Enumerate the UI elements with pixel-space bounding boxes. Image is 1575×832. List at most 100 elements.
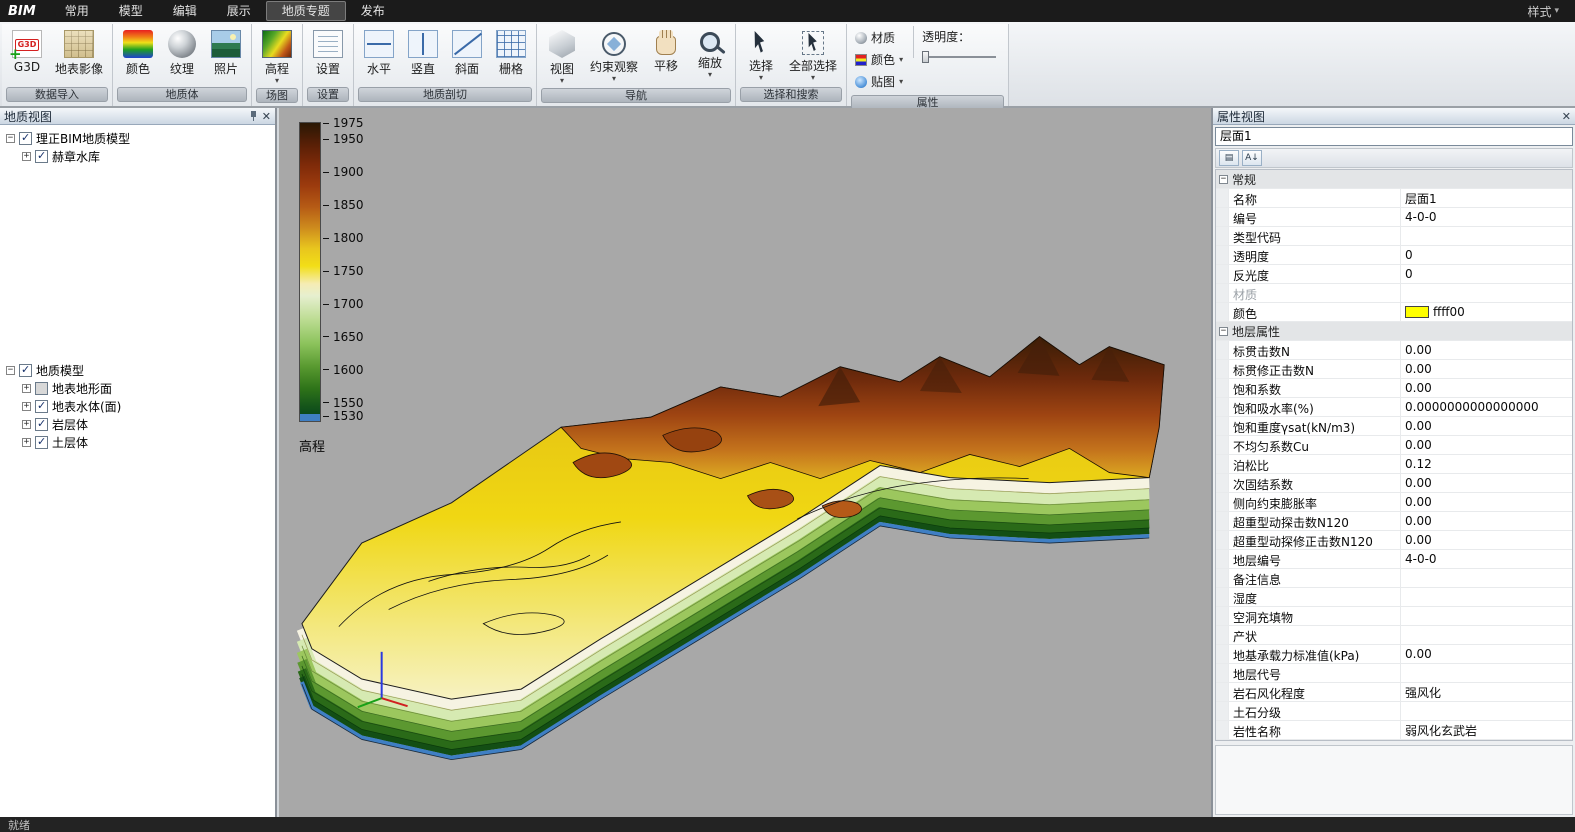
property-value[interactable] (1401, 626, 1572, 644)
transparency-slider[interactable] (922, 56, 996, 58)
style-menu[interactable]: 样式 (1527, 3, 1575, 20)
viewport-3d[interactable]: 1975195019001850180017501700165016001550… (279, 108, 1211, 817)
property-value[interactable]: 0 (1401, 265, 1572, 283)
ribbon-button-颜色[interactable]: 颜色 (117, 26, 159, 78)
expander-icon[interactable]: − (6, 366, 15, 375)
expander-icon[interactable]: + (22, 152, 31, 161)
property-category-常规[interactable]: −常规 (1216, 170, 1572, 189)
ribbon-button-G3D[interactable]: G3D (6, 26, 48, 75)
property-value[interactable]: 0.00 (1401, 341, 1572, 359)
ribbon-button-栅格[interactable]: 栅格 (490, 26, 532, 78)
property-value[interactable] (1401, 664, 1572, 682)
checkbox[interactable] (35, 418, 48, 431)
property-value[interactable]: 弱风化玄武岩 (1401, 721, 1572, 739)
categorized-icon[interactable]: ▤ (1219, 150, 1239, 166)
property-row-名称[interactable]: 名称层面1 (1216, 189, 1572, 208)
tree-item-地质模型[interactable]: −地质模型 (2, 361, 273, 379)
ribbon-button-斜面[interactable]: 斜面 (446, 26, 488, 78)
property-row-备注信息[interactable]: 备注信息 (1216, 569, 1572, 588)
property-row-颜色[interactable]: 颜色ffff00 (1216, 303, 1572, 322)
property-row-地层编号[interactable]: 地层编号4-0-0 (1216, 550, 1572, 569)
property-row-标贯修正击数N[interactable]: 标贯修正击数N0.00 (1216, 360, 1572, 379)
checkbox[interactable] (35, 436, 48, 449)
property-row-标贯击数N[interactable]: 标贯击数N0.00 (1216, 341, 1572, 360)
property-row-岩性名称[interactable]: 岩性名称弱风化玄武岩 (1216, 721, 1572, 740)
menu-展示[interactable]: 展示 (212, 1, 266, 21)
menu-编辑[interactable]: 编辑 (158, 1, 212, 21)
menu-常用[interactable]: 常用 (50, 1, 104, 21)
property-value[interactable]: 0.12 (1401, 455, 1572, 473)
property-category-地层属性[interactable]: −地层属性 (1216, 322, 1572, 341)
tree-item-赫章水库[interactable]: +赫章水库 (2, 147, 273, 165)
tree-item-地表地形面[interactable]: +地表地形面 (2, 379, 273, 397)
ribbon-button-竖直[interactable]: 竖直 (402, 26, 444, 78)
selected-object-box[interactable]: 层面1 (1215, 127, 1573, 146)
checkbox[interactable] (35, 382, 48, 395)
pin-icon[interactable] (250, 111, 257, 121)
property-row-土石分级[interactable]: 土石分级 (1216, 702, 1572, 721)
property-row-反光度[interactable]: 反光度0 (1216, 265, 1572, 284)
property-row-侧向约束膨胀率[interactable]: 侧向约束膨胀率0.00 (1216, 493, 1572, 512)
tree-item-地表水体(面)[interactable]: +地表水体(面) (2, 397, 273, 415)
expander-icon[interactable]: + (22, 438, 31, 447)
property-row-地层代号[interactable]: 地层代号 (1216, 664, 1572, 683)
property-row-次固结系数[interactable]: 次固结系数0.00 (1216, 474, 1572, 493)
property-value[interactable] (1401, 227, 1572, 245)
checkbox[interactable] (19, 364, 32, 377)
close-icon[interactable]: ✕ (262, 111, 271, 122)
property-value[interactable]: 0 (1401, 246, 1572, 264)
checkbox[interactable] (19, 132, 32, 145)
property-value[interactable] (1401, 607, 1572, 625)
ribbon-button-水平[interactable]: 水平 (358, 26, 400, 78)
property-row-编号[interactable]: 编号4-0-0 (1216, 208, 1572, 227)
property-row-材质[interactable]: 材质 (1216, 284, 1572, 303)
property-value[interactable]: 0.00 (1401, 493, 1572, 511)
property-row-饱和重度γsat(kN/m3)[interactable]: 饱和重度γsat(kN/m3)0.00 (1216, 417, 1572, 436)
ribbon-button-平移[interactable]: 平移 (645, 26, 687, 75)
checkbox[interactable] (35, 150, 48, 163)
property-value[interactable] (1401, 569, 1572, 587)
property-row-超重型动探击数N120[interactable]: 超重型动探击数N1200.00 (1216, 512, 1572, 531)
terrain-model[interactable] (279, 108, 1211, 817)
expander-icon[interactable]: + (22, 402, 31, 411)
property-row-透明度[interactable]: 透明度0 (1216, 246, 1572, 265)
collapse-icon[interactable]: − (1219, 327, 1228, 336)
property-value[interactable]: 0.00 (1401, 436, 1572, 454)
ribbon-button-全部选择[interactable]: 全部选择▾ (784, 26, 842, 82)
slider-thumb[interactable] (922, 51, 929, 63)
property-value[interactable]: 4-0-0 (1401, 550, 1572, 568)
property-value[interactable] (1401, 588, 1572, 606)
checkbox[interactable] (35, 400, 48, 413)
property-row-类型代码[interactable]: 类型代码 (1216, 227, 1572, 246)
menu-模型[interactable]: 模型 (104, 1, 158, 21)
property-row-不均匀系数Cu[interactable]: 不均匀系数Cu0.00 (1216, 436, 1572, 455)
property-value[interactable]: 0.00 (1401, 417, 1572, 435)
ribbon-button-纹理[interactable]: 纹理 (161, 26, 203, 78)
property-value[interactable]: ffff00 (1401, 303, 1572, 321)
collapse-icon[interactable]: − (1219, 175, 1228, 184)
property-value[interactable]: 0.00 (1401, 379, 1572, 397)
property-value[interactable]: 0.00 (1401, 360, 1572, 378)
property-value[interactable]: 层面1 (1401, 189, 1572, 207)
property-row-岩石风化程度[interactable]: 岩石风化程度强风化 (1216, 683, 1572, 702)
menu-地质专题[interactable]: 地质专题 (266, 1, 346, 21)
sort-alphabetical-icon[interactable]: A↓ (1242, 150, 1262, 166)
tree-item-岩层体[interactable]: +岩层体 (2, 415, 273, 433)
property-value[interactable] (1401, 284, 1572, 302)
property-row-产状[interactable]: 产状 (1216, 626, 1572, 645)
property-value[interactable]: 0.00 (1401, 645, 1572, 663)
ribbon-small-button-材质[interactable]: 材质 (851, 27, 907, 48)
ribbon-button-约束观察[interactable]: 约束观察▾ (585, 26, 643, 83)
ribbon-button-地表影像[interactable]: 地表影像 (50, 26, 108, 78)
property-value[interactable]: 0.0000000000000000 (1401, 398, 1572, 416)
expander-icon[interactable]: − (6, 134, 15, 143)
ribbon-button-设置[interactable]: 设置 (307, 26, 349, 78)
ribbon-button-高程[interactable]: 高程▾ (256, 26, 298, 85)
menu-发布[interactable]: 发布 (346, 1, 400, 21)
property-row-泊松比[interactable]: 泊松比0.12 (1216, 455, 1572, 474)
property-value[interactable]: 0.00 (1401, 474, 1572, 492)
property-value[interactable]: 4-0-0 (1401, 208, 1572, 226)
ribbon-button-选择[interactable]: 选择▾ (740, 26, 782, 82)
property-row-超重型动探修正击数N120[interactable]: 超重型动探修正击数N1200.00 (1216, 531, 1572, 550)
property-row-空洞充填物[interactable]: 空洞充填物 (1216, 607, 1572, 626)
